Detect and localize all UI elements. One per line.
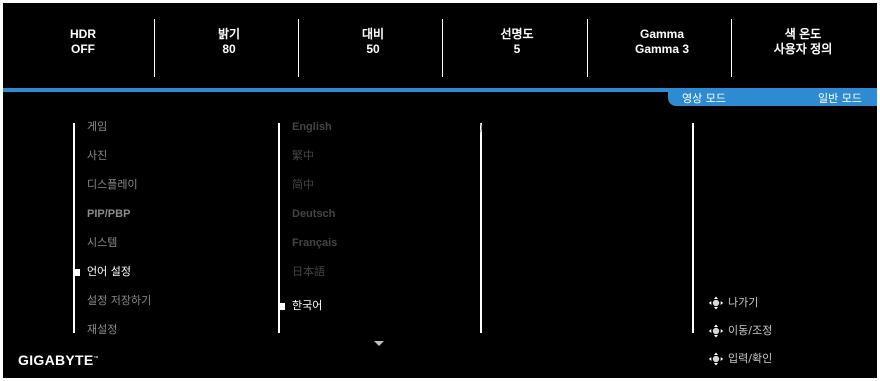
hint-move-adjust-label: 이동/조정	[728, 324, 773, 337]
status-separator	[587, 19, 588, 77]
status-sharpness: 선명도 5	[444, 27, 590, 57]
osd-screen: HDR OFF 밝기 80 대비 50 선명도 5 Gamma Gamma 3 …	[3, 3, 877, 378]
status-gamma-label: Gamma	[639, 27, 685, 41]
status-color-temp-value: 사용자 정의	[773, 42, 833, 56]
brand-name: GIGABYTE	[18, 352, 94, 368]
selection-marker	[74, 269, 80, 276]
status-brightness-label: 밝기	[217, 27, 241, 41]
menu-item-gaming[interactable]: 게임	[87, 120, 107, 134]
menu-item-picture[interactable]: 사진	[87, 149, 107, 163]
language-option-french[interactable]: Français	[292, 236, 337, 250]
menu-item-language[interactable]: 언어 설정	[87, 265, 131, 279]
tab-standard-mode[interactable]: 일반 모드	[818, 92, 862, 106]
brand-trademark: ™	[93, 355, 99, 362]
status-contrast-label: 대비	[361, 27, 385, 41]
status-contrast: 대비 50	[300, 27, 446, 57]
mode-tabs: 영상 모드 일반 모드	[668, 92, 877, 106]
option-column-line	[480, 123, 482, 333]
menu-item-reset[interactable]: 재설정	[87, 323, 117, 337]
chevron-down-icon[interactable]	[374, 341, 384, 346]
status-color-temp-label: 색 온도	[784, 27, 822, 41]
menu-item-pip-pbp[interactable]: PIP/PBP	[87, 207, 130, 221]
status-contrast-value: 50	[366, 42, 380, 56]
language-option-simplified-chinese[interactable]: 简中	[292, 178, 314, 192]
status-gamma: Gamma Gamma 3	[589, 27, 735, 57]
joystick-direction-icon	[708, 296, 724, 310]
joystick-direction-icon	[708, 324, 724, 338]
status-separator	[154, 19, 155, 77]
gigabyte-logo: GIGABYTE™	[18, 352, 99, 368]
menu-item-save-settings[interactable]: 설정 저장하기	[87, 294, 151, 308]
language-option-german[interactable]: Deutsch	[292, 207, 335, 221]
language-option-korean[interactable]: 한국어	[292, 299, 322, 313]
status-hdr-value: OFF	[71, 42, 95, 56]
status-separator	[298, 19, 299, 77]
hint-enter-confirm-label: 입력/확인	[728, 352, 773, 365]
status-hdr-label: HDR	[70, 27, 96, 41]
hint-column-line	[692, 123, 694, 333]
hint-exit-label: 나가기	[728, 296, 759, 309]
status-sharpness-value: 5	[513, 42, 521, 56]
status-gamma-value: Gamma 3	[634, 42, 690, 56]
language-option-traditional-chinese[interactable]: 繁中	[292, 149, 314, 163]
status-hdr: HDR OFF	[10, 27, 156, 57]
option-column-tick: )	[479, 123, 483, 134]
status-brightness: 밝기 80	[156, 27, 302, 57]
status-separator	[442, 19, 443, 77]
tab-picture-mode[interactable]: 영상 모드	[682, 92, 726, 106]
joystick-direction-icon	[708, 352, 724, 366]
language-option-english[interactable]: English	[292, 120, 332, 134]
status-color-temperature: 색 온도 사용자 정의	[730, 27, 876, 57]
language-selection-marker	[279, 303, 285, 310]
menu-item-system[interactable]: 시스템	[87, 236, 117, 250]
main-menu-line	[73, 123, 75, 333]
status-brightness-value: 80	[222, 42, 236, 56]
status-sharpness-label: 선명도	[500, 27, 534, 41]
language-option-japanese[interactable]: 日本語	[292, 265, 325, 279]
submenu-line	[278, 123, 280, 333]
menu-item-display[interactable]: 디스플레이	[87, 178, 138, 192]
